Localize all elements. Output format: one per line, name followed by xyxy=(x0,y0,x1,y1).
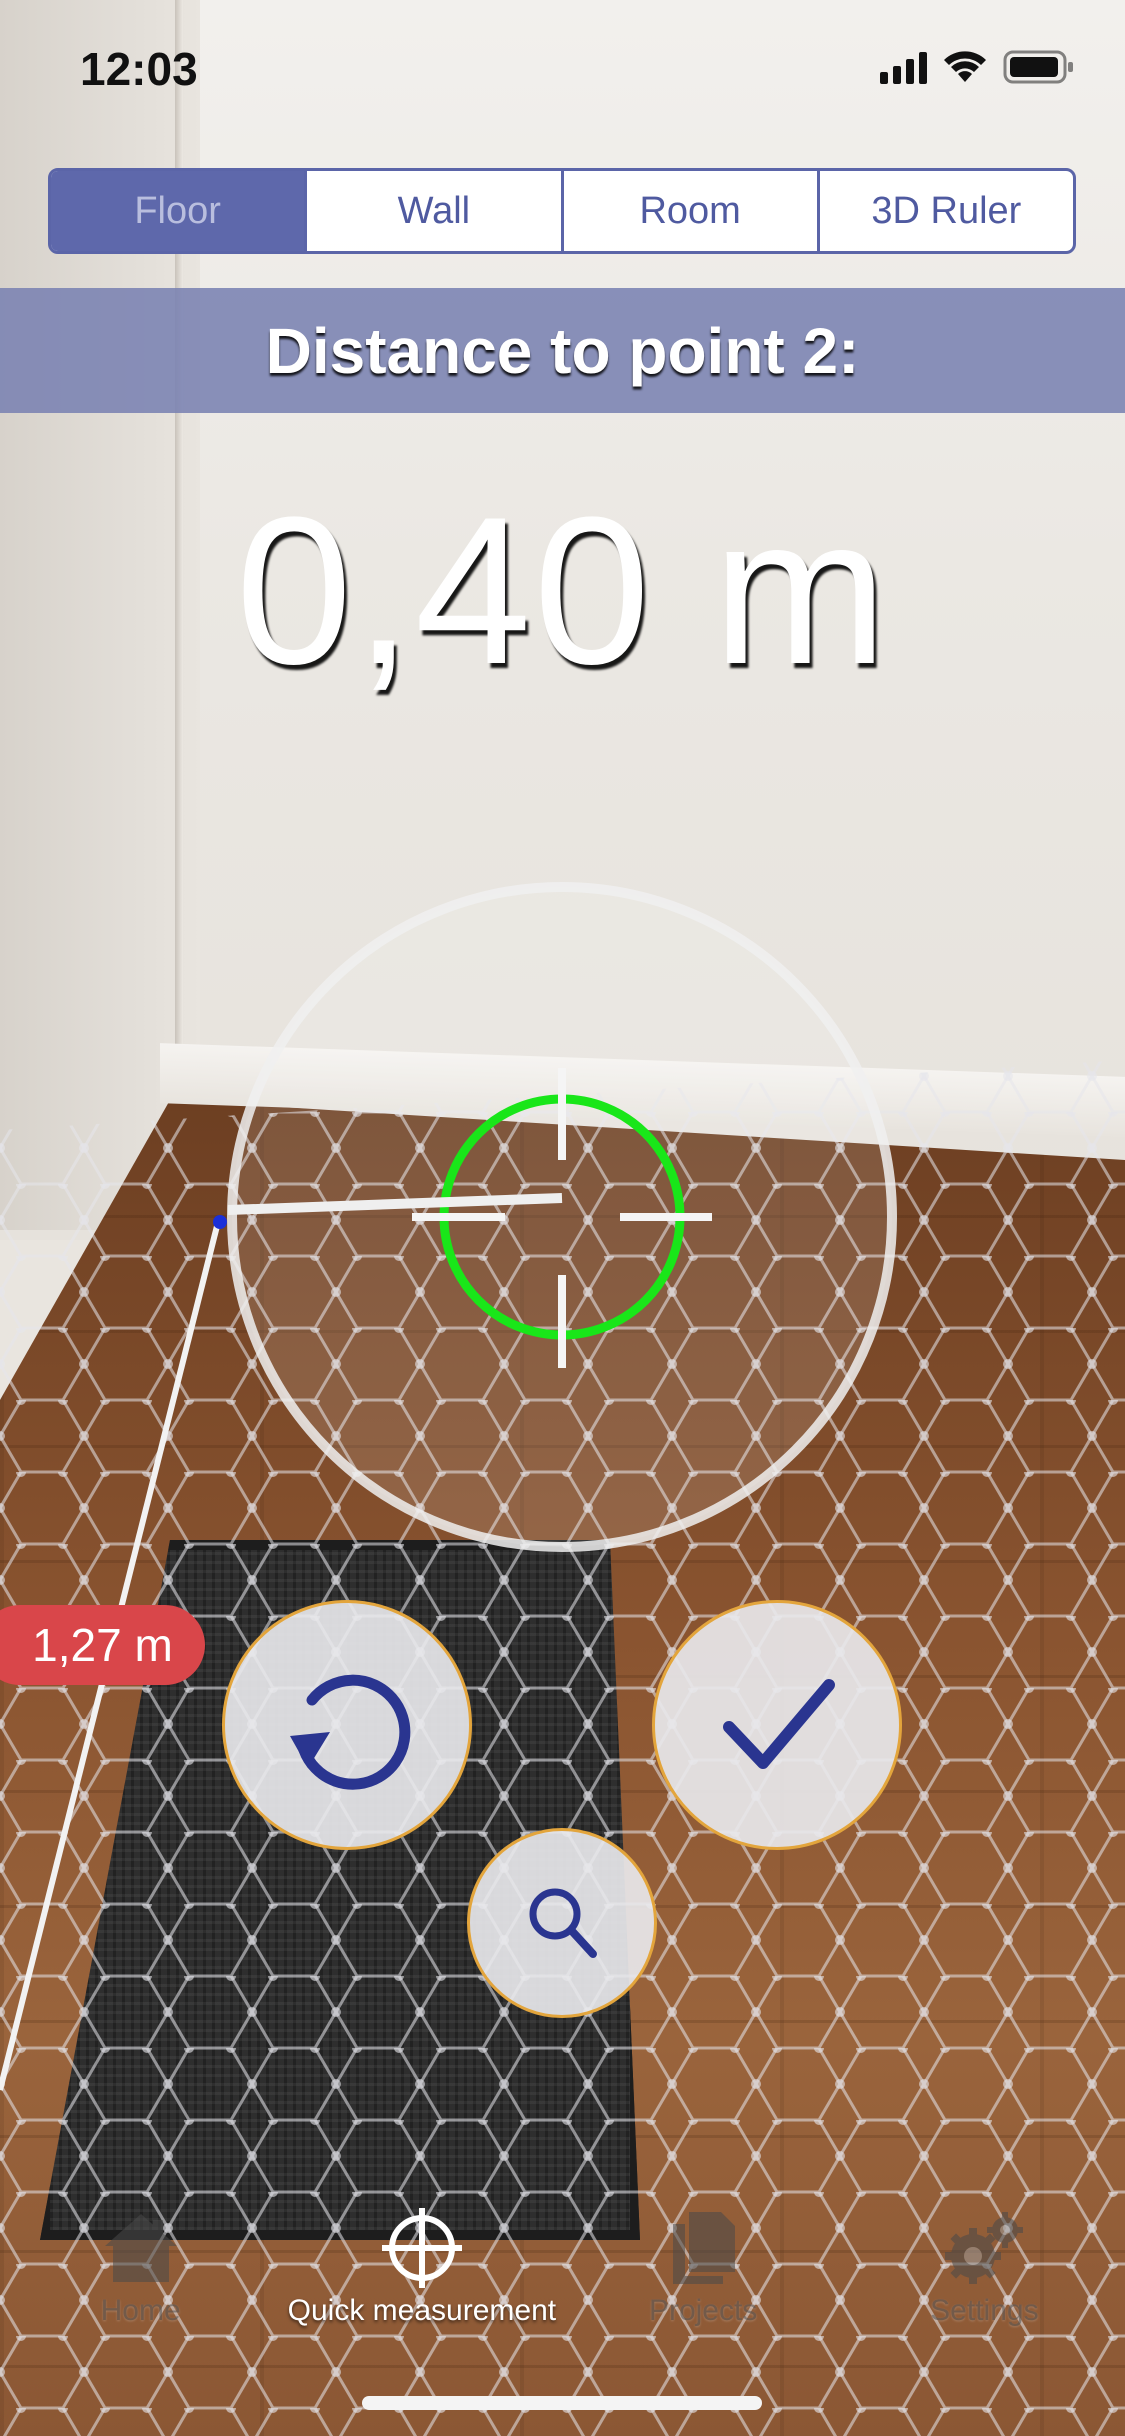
gear-icon xyxy=(939,2208,1029,2288)
measure-point-1 xyxy=(213,1215,227,1229)
documents-icon xyxy=(658,2208,748,2288)
confirm-button[interactable] xyxy=(652,1600,902,1850)
segment-length-badge: 1,27 m xyxy=(0,1605,205,1685)
instruction-banner: Distance to point 2: xyxy=(0,288,1125,413)
tab-quick-measurement[interactable]: Quick measurement xyxy=(281,2200,562,2350)
undo-button[interactable] xyxy=(222,1600,472,1850)
search-icon xyxy=(529,1888,597,1958)
tab-home[interactable]: Home xyxy=(0,2200,281,2350)
home-icon xyxy=(96,2208,186,2288)
home-indicator xyxy=(362,2396,762,2410)
tab-home-label: Home xyxy=(100,2294,181,2327)
instruction-text: Distance to point 2: xyxy=(265,314,860,387)
tab-projects-label: Projects xyxy=(648,2294,758,2327)
current-distance: 0,40 m xyxy=(235,473,890,708)
status-icons xyxy=(880,50,1075,84)
tab-bar: Home Quick measurement Projects Settings xyxy=(0,2200,1125,2350)
undo-icon xyxy=(290,1674,411,1790)
mode-room[interactable]: Room xyxy=(560,171,817,251)
status-bar: 12:03 xyxy=(0,0,1125,140)
tab-projects[interactable]: Projects xyxy=(563,2200,844,2350)
crosshair-icon xyxy=(377,2208,467,2288)
cellular-signal-icon xyxy=(880,50,927,84)
zoom-button[interactable] xyxy=(467,1828,657,2018)
measure-mode-selector: Floor Wall Room 3D Ruler xyxy=(48,168,1076,254)
tab-settings[interactable]: Settings xyxy=(844,2200,1125,2350)
status-time: 12:03 xyxy=(80,43,198,95)
battery-icon xyxy=(1003,50,1073,84)
mode-floor[interactable]: Floor xyxy=(51,171,305,251)
mode-3d-ruler[interactable]: 3D Ruler xyxy=(816,171,1073,251)
tab-quick-measurement-label: Quick measurement xyxy=(287,2294,557,2327)
checkmark-icon xyxy=(723,1679,835,1769)
wifi-icon xyxy=(944,51,986,82)
mode-wall[interactable]: Wall xyxy=(304,171,560,251)
tab-settings-label: Settings xyxy=(930,2294,1039,2327)
